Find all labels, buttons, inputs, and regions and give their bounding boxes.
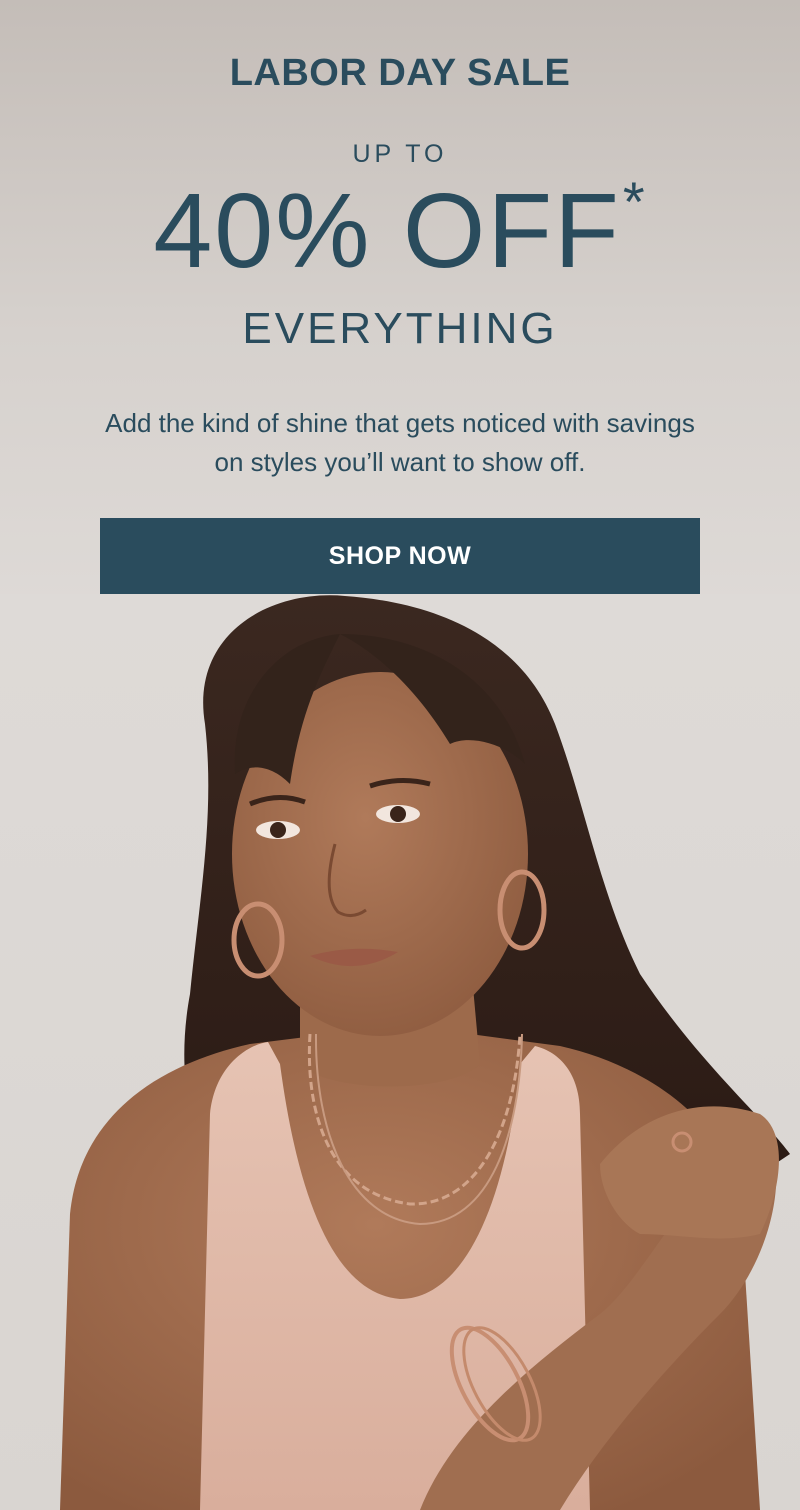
hero-photo[interactable] — [0, 594, 800, 1510]
shop-now-button[interactable]: SHOP NOW — [100, 518, 700, 594]
disclaimer-asterisk: * — [622, 170, 647, 233]
up-to-label: UP TO — [352, 140, 448, 168]
sale-eyebrow: LABOR DAY SALE — [229, 52, 571, 94]
model-illustration — [0, 594, 800, 1510]
email-page: LABOR DAY SALE UP TO 40% OFF* EVERYTHING… — [0, 0, 800, 1510]
discount-headline: 40% OFF* — [0, 174, 800, 285]
discount-amount: 40% OFF — [153, 172, 621, 290]
promo-body-copy: Add the kind of shine that gets noticed … — [105, 408, 695, 477]
discount-scope: EVERYTHING — [242, 304, 558, 353]
